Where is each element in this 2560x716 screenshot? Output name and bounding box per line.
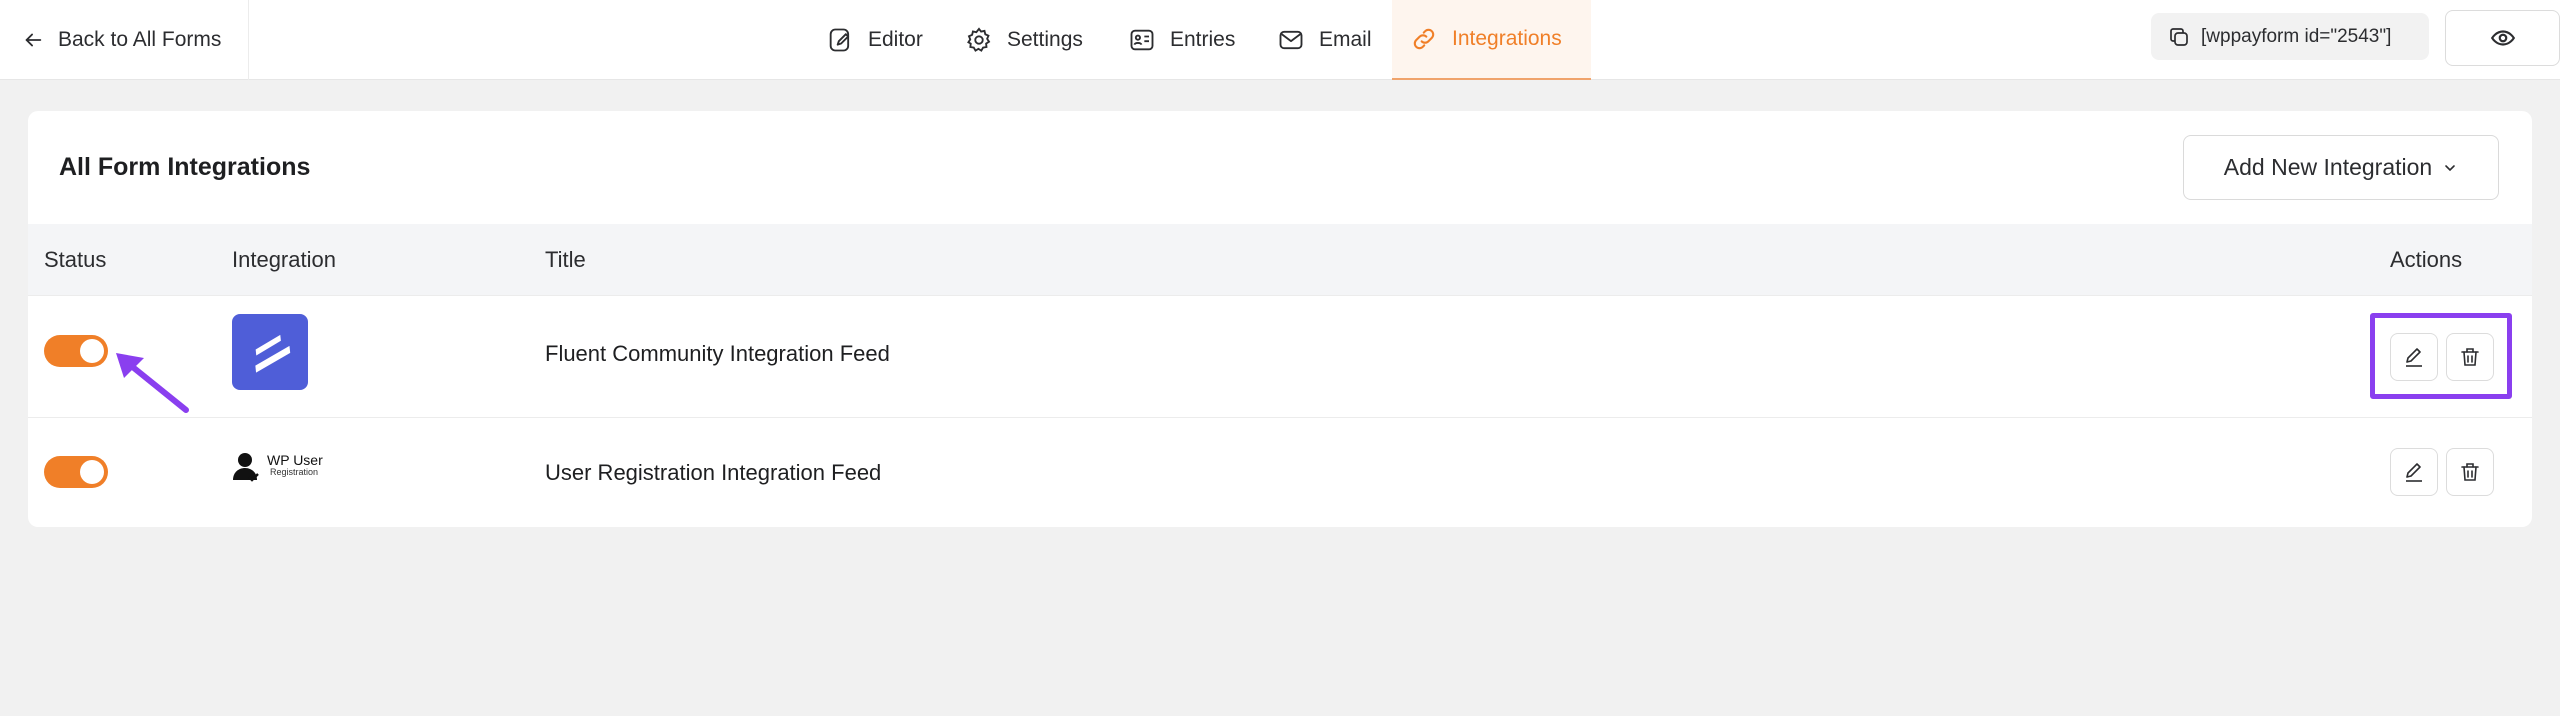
actions-highlight-box bbox=[2370, 313, 2512, 399]
tab-editor[interactable]: Editor bbox=[826, 0, 923, 80]
copy-shortcode-button[interactable]: [wppayform id="2543"] bbox=[2151, 13, 2429, 60]
table-row: WP User Registration User Registration I… bbox=[28, 418, 2532, 527]
trash-icon bbox=[2461, 463, 2479, 481]
link-icon bbox=[1413, 28, 1435, 50]
toggle-knob bbox=[80, 460, 104, 484]
annotation-arrow-icon bbox=[116, 353, 189, 413]
preview-button[interactable] bbox=[2445, 10, 2560, 66]
status-toggle[interactable] bbox=[44, 456, 108, 488]
card-title: All Form Integrations bbox=[59, 153, 311, 181]
row-title: Fluent Community Integration Feed bbox=[545, 341, 890, 366]
copy-icon bbox=[2170, 27, 2188, 46]
tab-editor-label: Editor bbox=[868, 28, 923, 51]
tab-entries[interactable]: Entries bbox=[1128, 0, 1235, 80]
editor-icon bbox=[829, 28, 850, 52]
tab-email[interactable]: Email bbox=[1277, 0, 1372, 80]
edit-button[interactable] bbox=[2390, 448, 2438, 496]
top-bar: Back to All Forms Editor Settings Entrie… bbox=[0, 0, 2560, 80]
wp-user-registration-logo: WP User Registration bbox=[232, 450, 336, 486]
fluent-community-logo bbox=[232, 314, 308, 390]
shortcode-text: [wppayform id="2543"] bbox=[2201, 25, 2392, 47]
tab-email-label: Email bbox=[1319, 28, 1372, 51]
tab-integrations[interactable]: Integrations bbox=[1392, 0, 1591, 80]
column-integration: Integration bbox=[232, 247, 336, 272]
tab-integrations-label: Integrations bbox=[1452, 27, 1562, 50]
chevron-down-icon bbox=[2445, 164, 2456, 171]
logo-text-main: WP User bbox=[267, 452, 323, 468]
tab-entries-label: Entries bbox=[1170, 28, 1236, 51]
add-new-integration-button[interactable]: Add New Integration bbox=[2183, 135, 2499, 200]
integrations-card: All Form Integrations Add New Integratio… bbox=[28, 111, 2532, 527]
pencil-icon bbox=[2406, 463, 2422, 482]
toggle-knob bbox=[80, 339, 104, 363]
gear-icon bbox=[967, 27, 991, 52]
table-header: Status Integration Title Actions bbox=[28, 224, 2532, 296]
row-title: User Registration Integration Feed bbox=[545, 460, 882, 485]
status-toggle[interactable] bbox=[44, 335, 108, 367]
tab-settings[interactable]: Settings bbox=[965, 0, 1083, 80]
back-link-label: Back to All Forms bbox=[58, 28, 222, 51]
table-row: Fluent Community Integration Feed bbox=[28, 296, 2532, 418]
entries-icon bbox=[1130, 29, 1154, 51]
add-new-integration-label: Add New Integration bbox=[2223, 154, 2433, 180]
logo-text-sub: Registration bbox=[270, 467, 319, 477]
arrow-left-icon bbox=[25, 33, 42, 47]
tab-settings-label: Settings bbox=[1007, 28, 1083, 51]
eye-icon bbox=[2490, 30, 2515, 46]
delete-button[interactable] bbox=[2446, 448, 2494, 496]
fluent-community-icon bbox=[255, 334, 291, 373]
column-status: Status bbox=[44, 247, 107, 272]
column-actions: Actions bbox=[2390, 247, 2463, 272]
column-title: Title bbox=[545, 247, 586, 272]
mail-icon bbox=[1279, 30, 1303, 50]
back-to-forms-link[interactable]: Back to All Forms bbox=[0, 0, 249, 80]
